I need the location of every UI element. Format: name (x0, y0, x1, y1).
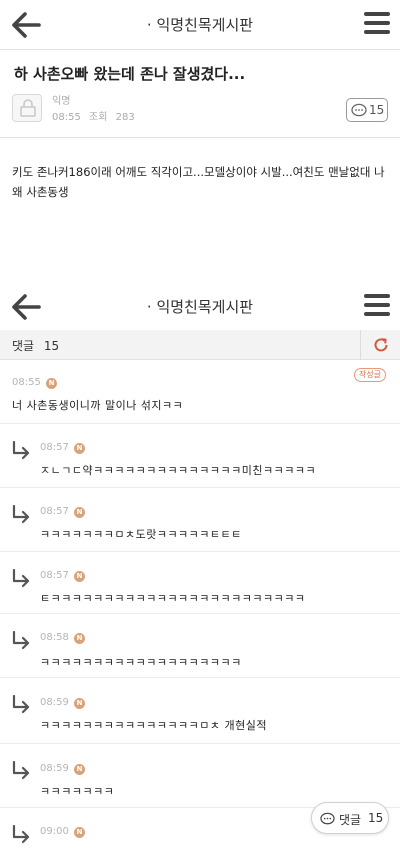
views-count: 283 (115, 112, 135, 123)
post-author: 익명 (52, 96, 71, 107)
comment-text: ㅌㅋㅋㅋㅋㅋㅋㅋㅋㅋㅋㅋㅋㅋㅋㅋㅋㅋㅋㅋㅋㅋㅋㅋㅋ (40, 592, 306, 605)
speech-bubble-icon (320, 812, 335, 825)
comment-time: 08:57 (40, 506, 69, 517)
floating-comment-button[interactable]: 댓글 15 (311, 802, 389, 834)
comment-item: 08:55 N 작성글 너 사촌동생이니까 말이나 섞지ㅋㅋ (0, 362, 400, 424)
new-badge: N (74, 443, 85, 454)
refresh-button[interactable] (360, 330, 400, 360)
comment-time: 08:55 (12, 377, 41, 388)
reply-item: 08:59 N ㅋㅋㅋㅋㅋㅋㅋ (0, 746, 400, 808)
speech-bubble-icon (351, 103, 367, 117)
comments-total: 15 (43, 339, 60, 353)
post-time: 08:55 (52, 112, 81, 123)
op-tag: 작성글 (353, 368, 386, 382)
post-title: 하 사촌오빠 왔는데 존나 잘생겼다... (14, 65, 246, 83)
lock-icon (20, 99, 36, 117)
reply-arrow-icon (12, 631, 30, 650)
post-meta: 08:55 조회 283 (52, 108, 140, 123)
reply-arrow-icon (12, 569, 30, 588)
board-title: · 익명친목게시판 (146, 16, 254, 34)
comment-text: ㅈㄴㄱㄷ약ㅋㅋㅋㅋㅋㅋㅋㅋㅋㅋㅋㅋㅋㅋ미친ㅋㅋㅋㅋㅋ (40, 464, 317, 477)
top-nav-bar-comments: · 익명친목게시판 (0, 282, 400, 332)
new-badge: N (74, 633, 85, 644)
comment-count: 15 (369, 103, 385, 117)
comment-time: 09:00 (40, 826, 69, 837)
refresh-icon (374, 338, 388, 352)
comment-text: ㅋㅋㅋㅋㅋㅋㅋㅋㅋㅋㅋㅋㅋㅋㅋㅋㅋㅋㅋ (40, 656, 242, 669)
views-label: 조회 (89, 112, 108, 123)
floating-comment-count: 15 (368, 811, 384, 825)
comment-text: 너 사촌동생이니까 말이나 섞지ㅋㅋ (12, 399, 184, 412)
reply-item: 08:57 N ㅈㄴㄱㄷ약ㅋㅋㅋㅋㅋㅋㅋㅋㅋㅋㅋㅋㅋㅋ미친ㅋㅋㅋㅋㅋ (0, 426, 400, 488)
comment-text: ㅋㅋㅋㅋㅋㅋㅋㅁㅊ도랏ㅋㅋㅋㅋㅋㅌㅌㅌ (40, 528, 242, 541)
hamburger-menu-icon[interactable] (364, 294, 390, 318)
comment-text: ㅋㅋㅋㅋㅋㅋㅋㅋㅋㅋㅋㅋㅋㅋㅋㅁㅊ 개현실적 (40, 719, 268, 732)
new-badge: N (74, 764, 85, 775)
reply-item: 08:59 N ㅋㅋㅋㅋㅋㅋㅋㅋㅋㅋㅋㅋㅋㅋㅋㅁㅊ 개현실적 (0, 680, 400, 744)
reply-arrow-icon (12, 825, 30, 844)
comments-label-text: 댓글 (12, 339, 35, 353)
comment-count-button[interactable]: 15 (346, 98, 388, 122)
floating-comment-label: 댓글 (339, 813, 362, 827)
reply-arrow-icon (12, 505, 30, 524)
new-badge: N (74, 698, 85, 709)
hamburger-menu-icon[interactable] (364, 12, 390, 36)
reply-arrow-icon (12, 441, 30, 460)
board-title: · 익명친목게시판 (146, 298, 254, 316)
new-badge: N (74, 507, 85, 518)
post-body: 키도 존나커186이래 어깨도 직각이고...모델상이야 시발...여친도 맨날… (12, 165, 385, 199)
reply-arrow-icon (12, 695, 30, 714)
avatar (12, 94, 42, 122)
reply-item: 08:57 N ㅌㅋㅋㅋㅋㅋㅋㅋㅋㅋㅋㅋㅋㅋㅋㅋㅋㅋㅋㅋㅋㅋㅋㅋㅋ (0, 554, 400, 614)
new-badge: N (46, 378, 57, 389)
comments-label: 댓글 15 (12, 337, 59, 354)
new-badge: N (74, 827, 85, 838)
new-badge: N (74, 571, 85, 582)
comments-header: 댓글 15 (0, 330, 400, 360)
comment-time: 08:59 (40, 763, 69, 774)
reply-item: 08:58 N ㅋㅋㅋㅋㅋㅋㅋㅋㅋㅋㅋㅋㅋㅋㅋㅋㅋㅋㅋ (0, 616, 400, 678)
post-header: 하 사촌오빠 왔는데 존나 잘생겼다... 익명 08:55 조회 283 15 (0, 50, 400, 138)
comment-text: ㅋㅋㅋㅋㅋㅋㅋ (40, 785, 115, 798)
reply-arrow-icon (12, 761, 30, 780)
comment-time: 08:58 (40, 632, 69, 643)
top-nav-bar: · 익명친목게시판 (0, 0, 400, 50)
comment-time: 08:59 (40, 697, 69, 708)
reply-item: 08:57 N ㅋㅋㅋㅋㅋㅋㅋㅁㅊ도랏ㅋㅋㅋㅋㅋㅌㅌㅌ (0, 490, 400, 552)
comment-time: 08:57 (40, 442, 69, 453)
comment-time: 08:57 (40, 570, 69, 581)
